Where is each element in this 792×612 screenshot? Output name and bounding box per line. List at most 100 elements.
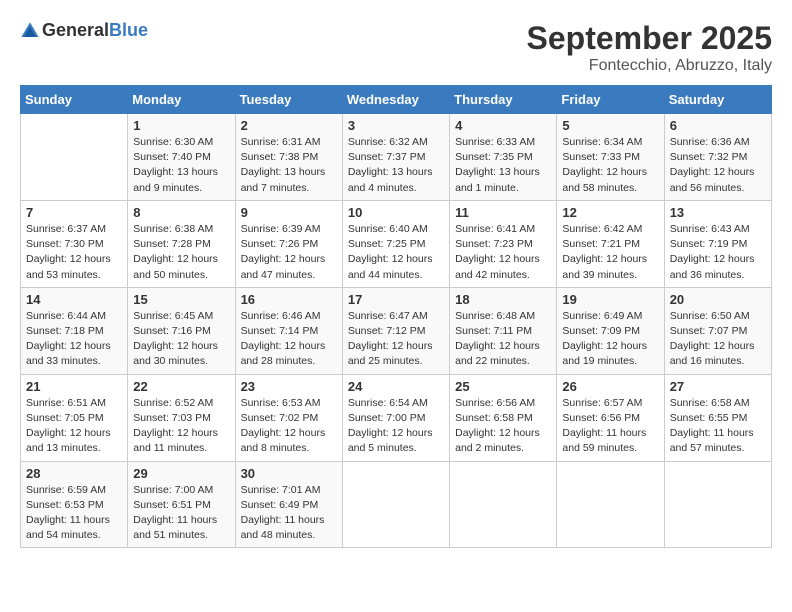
calendar-cell: 28Sunrise: 6:59 AM Sunset: 6:53 PM Dayli… [21, 461, 128, 548]
day-number: 17 [348, 292, 444, 307]
weekday-header-wednesday: Wednesday [342, 86, 449, 114]
day-info: Sunrise: 6:54 AM Sunset: 7:00 PM Dayligh… [348, 396, 444, 457]
day-number: 15 [133, 292, 229, 307]
weekday-header-tuesday: Tuesday [235, 86, 342, 114]
month-title: September 2025 [527, 20, 772, 57]
calendar-cell: 18 Sunrise: 6:48 AM Sunset: 7:11 PM Dayli… [450, 287, 557, 374]
day-number: 16 [241, 292, 337, 307]
weekday-header-friday: Friday [557, 86, 664, 114]
calendar-body: 1Sunrise: 6:30 AM Sunset: 7:40 PM Daylig… [21, 114, 772, 548]
day-info: Sunrise: 6:37 AM Sunset: 7:30 PM Dayligh… [26, 222, 122, 283]
day-number: 5 [562, 118, 658, 133]
title-block: September 2025 Fontecchio, Abruzzo, Ital… [527, 20, 772, 75]
calendar-cell: 27 Sunrise: 6:58 AM Sunset: 6:55 PM Dayli… [664, 374, 771, 461]
day-info: Sunrise: 6:38 AM Sunset: 7:28 PM Dayligh… [133, 222, 229, 283]
day-info: Sunrise: 6:43 AM Sunset: 7:19 PM Dayligh… [670, 222, 766, 283]
day-info: Sunrise: 6:42 AM Sunset: 7:21 PM Dayligh… [562, 222, 658, 283]
calendar-cell: 30 Sunrise: 7:01 AM Sunset: 6:49 PM Dayli… [235, 461, 342, 548]
day-info: Sunrise: 6:58 AM Sunset: 6:55 PM Dayligh… [670, 396, 766, 457]
calendar-cell: 26 Sunrise: 6:57 AM Sunset: 6:56 PM Dayli… [557, 374, 664, 461]
weekday-header-thursday: Thursday [450, 86, 557, 114]
calendar-cell: 7 Sunrise: 6:37 AM Sunset: 7:30 PM Daylig… [21, 200, 128, 287]
logo-text-blue: Blue [109, 20, 148, 40]
calendar-week-2: 7 Sunrise: 6:37 AM Sunset: 7:30 PM Daylig… [21, 200, 772, 287]
weekday-header-sunday: Sunday [21, 86, 128, 114]
day-info: Sunrise: 6:52 AM Sunset: 7:03 PM Dayligh… [133, 396, 229, 457]
calendar-cell: 11 Sunrise: 6:41 AM Sunset: 7:23 PM Dayli… [450, 200, 557, 287]
calendar-cell: 15 Sunrise: 6:45 AM Sunset: 7:16 PM Dayli… [128, 287, 235, 374]
calendar-week-5: 28Sunrise: 6:59 AM Sunset: 6:53 PM Dayli… [21, 461, 772, 548]
day-info: Sunrise: 6:48 AM Sunset: 7:11 PM Dayligh… [455, 309, 551, 370]
calendar-cell [21, 114, 128, 201]
day-info: Sunrise: 6:51 AM Sunset: 7:05 PM Dayligh… [26, 396, 122, 457]
day-number: 13 [670, 205, 766, 220]
calendar-cell: 24Sunrise: 6:54 AM Sunset: 7:00 PM Dayli… [342, 374, 449, 461]
logo-icon [20, 21, 40, 41]
day-info: Sunrise: 6:36 AM Sunset: 7:32 PM Dayligh… [670, 135, 766, 196]
calendar-cell: 3Sunrise: 6:32 AM Sunset: 7:37 PM Daylig… [342, 114, 449, 201]
day-info: Sunrise: 6:41 AM Sunset: 7:23 PM Dayligh… [455, 222, 551, 283]
calendar-cell: 17 Sunrise: 6:47 AM Sunset: 7:12 PM Dayli… [342, 287, 449, 374]
day-number: 21 [26, 379, 122, 394]
day-info: Sunrise: 6:45 AM Sunset: 7:16 PM Dayligh… [133, 309, 229, 370]
calendar-cell [557, 461, 664, 548]
day-number: 18 [455, 292, 551, 307]
day-info: Sunrise: 7:01 AM Sunset: 6:49 PM Dayligh… [241, 483, 337, 544]
calendar-cell: 2 Sunrise: 6:31 AM Sunset: 7:38 PM Daylig… [235, 114, 342, 201]
day-number: 29 [133, 466, 229, 481]
day-number: 23 [241, 379, 337, 394]
calendar-week-3: 14Sunrise: 6:44 AM Sunset: 7:18 PM Dayli… [21, 287, 772, 374]
day-number: 6 [670, 118, 766, 133]
day-number: 2 [241, 118, 337, 133]
weekday-header-saturday: Saturday [664, 86, 771, 114]
day-number: 4 [455, 118, 551, 133]
calendar-cell: 9Sunrise: 6:39 AM Sunset: 7:26 PM Daylig… [235, 200, 342, 287]
day-number: 14 [26, 292, 122, 307]
calendar-cell: 1Sunrise: 6:30 AM Sunset: 7:40 PM Daylig… [128, 114, 235, 201]
calendar-week-1: 1Sunrise: 6:30 AM Sunset: 7:40 PM Daylig… [21, 114, 772, 201]
day-number: 7 [26, 205, 122, 220]
day-info: Sunrise: 6:49 AM Sunset: 7:09 PM Dayligh… [562, 309, 658, 370]
day-info: Sunrise: 6:46 AM Sunset: 7:14 PM Dayligh… [241, 309, 337, 370]
calendar-cell [664, 461, 771, 548]
day-info: Sunrise: 6:30 AM Sunset: 7:40 PM Dayligh… [133, 135, 229, 196]
calendar-cell: 23 Sunrise: 6:53 AM Sunset: 7:02 PM Dayli… [235, 374, 342, 461]
calendar-week-4: 21 Sunrise: 6:51 AM Sunset: 7:05 PM Dayli… [21, 374, 772, 461]
day-number: 12 [562, 205, 658, 220]
calendar-cell: 20 Sunrise: 6:50 AM Sunset: 7:07 PM Dayli… [664, 287, 771, 374]
day-info: Sunrise: 6:40 AM Sunset: 7:25 PM Dayligh… [348, 222, 444, 283]
day-info: Sunrise: 6:31 AM Sunset: 7:38 PM Dayligh… [241, 135, 337, 196]
calendar-cell: 22 Sunrise: 6:52 AM Sunset: 7:03 PM Dayli… [128, 374, 235, 461]
day-info: Sunrise: 6:33 AM Sunset: 7:35 PM Dayligh… [455, 135, 551, 196]
day-number: 22 [133, 379, 229, 394]
day-number: 26 [562, 379, 658, 394]
page-header: GeneralBlue September 2025 Fontecchio, A… [20, 20, 772, 75]
calendar-cell: 21 Sunrise: 6:51 AM Sunset: 7:05 PM Dayli… [21, 374, 128, 461]
weekday-header-monday: Monday [128, 86, 235, 114]
day-info: Sunrise: 6:34 AM Sunset: 7:33 PM Dayligh… [562, 135, 658, 196]
logo-text-general: General [42, 20, 109, 40]
calendar-table: SundayMondayTuesdayWednesdayThursdayFrid… [20, 85, 772, 548]
day-number: 30 [241, 466, 337, 481]
day-info: Sunrise: 6:50 AM Sunset: 7:07 PM Dayligh… [670, 309, 766, 370]
day-number: 9 [241, 205, 337, 220]
calendar-cell: 12 Sunrise: 6:42 AM Sunset: 7:21 PM Dayli… [557, 200, 664, 287]
day-info: Sunrise: 6:47 AM Sunset: 7:12 PM Dayligh… [348, 309, 444, 370]
calendar-cell: 5 Sunrise: 6:34 AM Sunset: 7:33 PM Daylig… [557, 114, 664, 201]
day-number: 20 [670, 292, 766, 307]
calendar-cell: 6 Sunrise: 6:36 AM Sunset: 7:32 PM Daylig… [664, 114, 771, 201]
calendar-cell: 29 Sunrise: 7:00 AM Sunset: 6:51 PM Dayli… [128, 461, 235, 548]
day-number: 8 [133, 205, 229, 220]
calendar-cell: 10Sunrise: 6:40 AM Sunset: 7:25 PM Dayli… [342, 200, 449, 287]
day-info: Sunrise: 6:57 AM Sunset: 6:56 PM Dayligh… [562, 396, 658, 457]
day-number: 27 [670, 379, 766, 394]
day-info: Sunrise: 6:53 AM Sunset: 7:02 PM Dayligh… [241, 396, 337, 457]
day-info: Sunrise: 6:32 AM Sunset: 7:37 PM Dayligh… [348, 135, 444, 196]
calendar-cell: 16 Sunrise: 6:46 AM Sunset: 7:14 PM Dayli… [235, 287, 342, 374]
day-info: Sunrise: 7:00 AM Sunset: 6:51 PM Dayligh… [133, 483, 229, 544]
day-number: 28 [26, 466, 122, 481]
calendar-cell: 25Sunrise: 6:56 AM Sunset: 6:58 PM Dayli… [450, 374, 557, 461]
location-title: Fontecchio, Abruzzo, Italy [527, 57, 772, 75]
calendar-cell: 8 Sunrise: 6:38 AM Sunset: 7:28 PM Daylig… [128, 200, 235, 287]
day-number: 11 [455, 205, 551, 220]
